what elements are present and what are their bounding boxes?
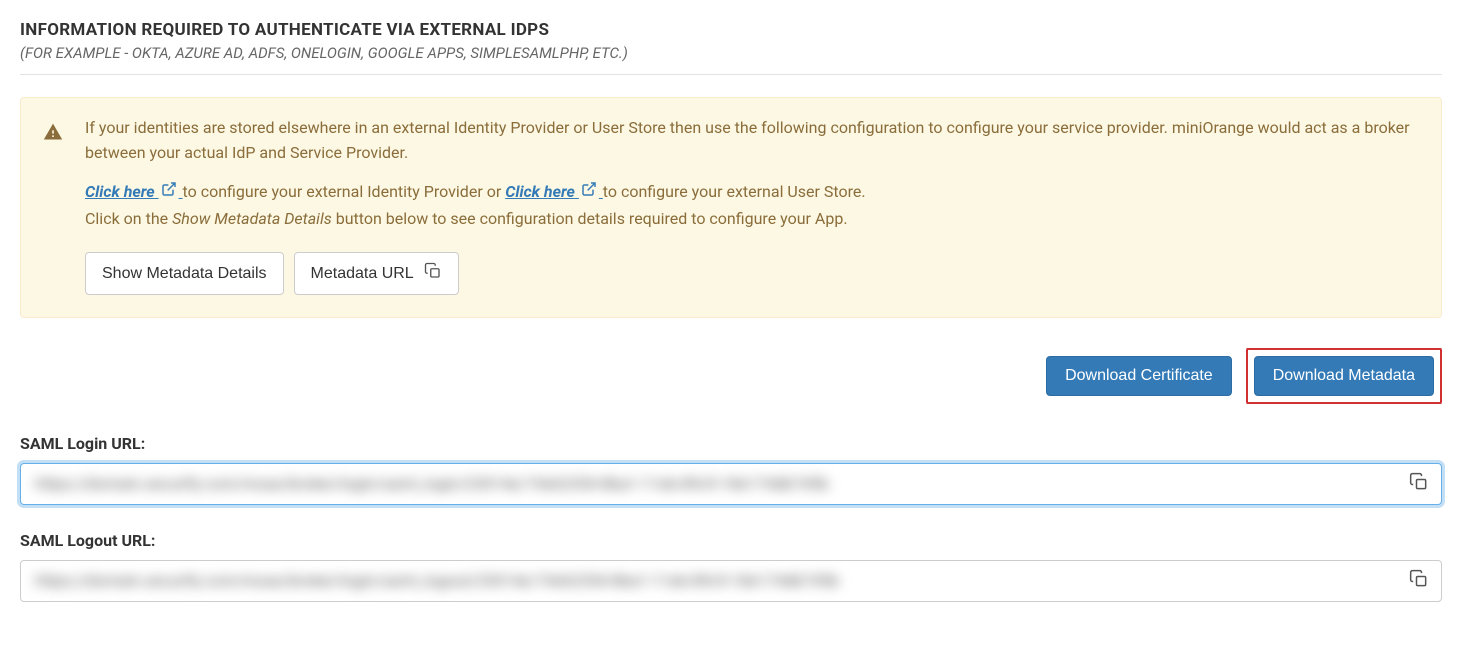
copy-login-button[interactable]: [1397, 464, 1441, 504]
configure-userstore-link[interactable]: Click here: [505, 182, 603, 201]
copy-icon: [1409, 569, 1429, 593]
copy-icon: [424, 262, 442, 285]
download-metadata-button[interactable]: Download Metadata: [1254, 356, 1434, 396]
text: Click on the: [85, 209, 172, 228]
alert-links-line: Click here to configure your external Id…: [85, 180, 1419, 205]
external-link-icon: [581, 180, 597, 205]
alert-intro: If your identities are stored elsewhere …: [85, 116, 1419, 166]
saml-login-label: SAML Login URL:: [20, 434, 1442, 453]
alert-text-after: to configure your external User Store.: [603, 182, 866, 201]
info-alert: If your identities are stored elsewhere …: [20, 97, 1442, 318]
show-metadata-button[interactable]: Show Metadata Details: [85, 252, 284, 295]
saml-logout-label: SAML Logout URL:: [20, 531, 1442, 550]
alert-content: If your identities are stored elsewhere …: [85, 116, 1419, 295]
divider: [20, 74, 1442, 75]
saml-logout-field[interactable]: https://domain.xecurify.com/moas/broker/…: [20, 560, 1442, 602]
section-subtitle: (FOR EXAMPLE - OKTA, AZURE AD, ADFS, ONE…: [20, 44, 1442, 62]
copy-icon: [1409, 472, 1429, 496]
saml-login-group: SAML Login URL: https://domain.xecurify.…: [20, 434, 1442, 505]
copy-logout-button[interactable]: [1397, 561, 1441, 601]
download-certificate-button[interactable]: Download Certificate: [1046, 356, 1232, 396]
metadata-url-button[interactable]: Metadata URL: [294, 252, 459, 295]
emphasis-text: Show Metadata Details: [172, 209, 332, 228]
button-label: Metadata URL: [311, 264, 414, 283]
saml-login-field[interactable]: https://domain.xecurify.com/moas/broker/…: [20, 463, 1442, 505]
section-title: INFORMATION REQUIRED TO AUTHENTICATE VIA…: [20, 20, 1442, 40]
saml-login-value: https://domain.xecurify.com/moas/broker/…: [21, 464, 1397, 503]
warning-icon: [43, 122, 63, 146]
alert-text-between: to configure your external Identity Prov…: [183, 182, 506, 201]
configure-idp-link[interactable]: Click here: [85, 182, 183, 201]
download-row: Download Certificate Download Metadata: [20, 348, 1442, 404]
highlight-frame: Download Metadata: [1246, 348, 1442, 404]
link-text: Click here: [85, 182, 155, 201]
text: button below to see configuration detail…: [332, 209, 848, 228]
alert-metadata-line: Click on the Show Metadata Details butto…: [85, 207, 1419, 232]
saml-logout-value: https://domain.xecurify.com/moas/broker/…: [21, 561, 1397, 600]
alert-button-row: Show Metadata Details Metadata URL: [85, 252, 1419, 295]
external-link-icon: [161, 180, 177, 205]
saml-logout-group: SAML Logout URL: https://domain.xecurify…: [20, 531, 1442, 602]
link-text: Click here: [505, 182, 575, 201]
